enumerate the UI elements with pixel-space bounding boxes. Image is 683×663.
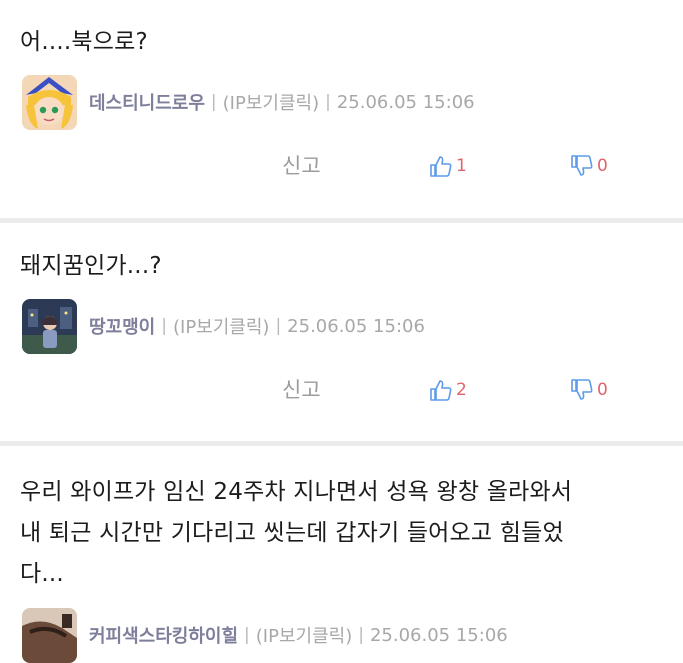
meta-separator: | — [244, 625, 250, 645]
comment-actions: 신고 2 0 — [0, 370, 683, 410]
dislike-button[interactable]: 0 — [570, 146, 608, 186]
comment-item: 돼지꿈인가...? 땅꼬맹이 | (IP보기클릭) | 25.06.05 15:… — [0, 223, 683, 441]
comment-item: 우리 와이프가 임신 24주차 지나면서 성욕 왕창 올라와서 내 퇴근 시간만… — [0, 446, 683, 663]
thumbs-down-icon — [571, 379, 593, 400]
report-button[interactable]: 신고 — [282, 146, 321, 186]
meta-separator: | — [358, 625, 364, 645]
comment-date: 25.06.05 15:06 — [369, 624, 508, 646]
comment-date: 25.06.05 15:06 — [336, 91, 475, 113]
ip-view-link[interactable]: (IP보기클릭) — [256, 622, 352, 648]
thumbs-up-icon — [430, 156, 452, 177]
dislike-count: 0 — [597, 156, 608, 176]
comment-text: 우리 와이프가 임신 24주차 지나면서 성욕 왕창 올라와서 내 퇴근 시간만… — [20, 472, 659, 595]
like-count: 1 — [456, 156, 467, 176]
meta-separator: | — [161, 316, 167, 336]
ip-view-link[interactable]: (IP보기클릭) — [173, 313, 269, 339]
comment-item: 어....북으로? 데스티니드로우 | (IP보기클릭) | 25.06.05 … — [0, 0, 683, 218]
comment-text: 돼지꿈인가...? — [20, 253, 162, 279]
author-name[interactable]: 커피색스타킹하이힐 — [89, 622, 238, 648]
meta-separator: | — [275, 316, 282, 336]
like-count: 2 — [456, 380, 467, 400]
report-button[interactable]: 신고 — [282, 370, 321, 410]
thumbs-down-icon — [571, 155, 593, 176]
dislike-count: 0 — [597, 380, 608, 400]
thumbs-up-icon — [430, 380, 452, 401]
dislike-button[interactable]: 0 — [570, 370, 608, 410]
comment-text: 어....북으로? — [20, 29, 148, 55]
comment-actions: 신고 1 0 — [0, 146, 683, 186]
meta-separator: | — [210, 92, 217, 112]
like-button[interactable]: 2 — [429, 370, 467, 410]
author-name[interactable]: 땅꼬맹이 — [89, 313, 155, 339]
comment-meta: 데스티니드로우 | (IP보기클릭) | 25.06.05 15:06 — [22, 74, 475, 130]
comment-date: 25.06.05 15:06 — [287, 315, 425, 337]
avatar[interactable] — [22, 74, 77, 130]
like-button[interactable]: 1 — [429, 146, 467, 186]
ip-view-link[interactable]: (IP보기클릭) — [223, 89, 319, 115]
comment-meta: 커피색스타킹하이힐 | (IP보기클릭) | 25.06.05 15:06 — [22, 607, 508, 663]
comment-text-line: 내 퇴근 시간만 기다리고 씻는데 갑자기 들어오고 힘들었 — [20, 520, 564, 546]
comment-text-line: 우리 와이프가 임신 24주차 지나면서 성욕 왕창 올라와서 — [20, 479, 573, 505]
avatar[interactable] — [22, 298, 77, 354]
comment-meta: 땅꼬맹이 | (IP보기클릭) | 25.06.05 15:06 — [22, 298, 425, 354]
avatar[interactable] — [22, 607, 77, 663]
meta-separator: | — [325, 92, 331, 112]
comment-text-line: 다... — [20, 561, 64, 587]
author-name[interactable]: 데스티니드로우 — [89, 89, 205, 115]
